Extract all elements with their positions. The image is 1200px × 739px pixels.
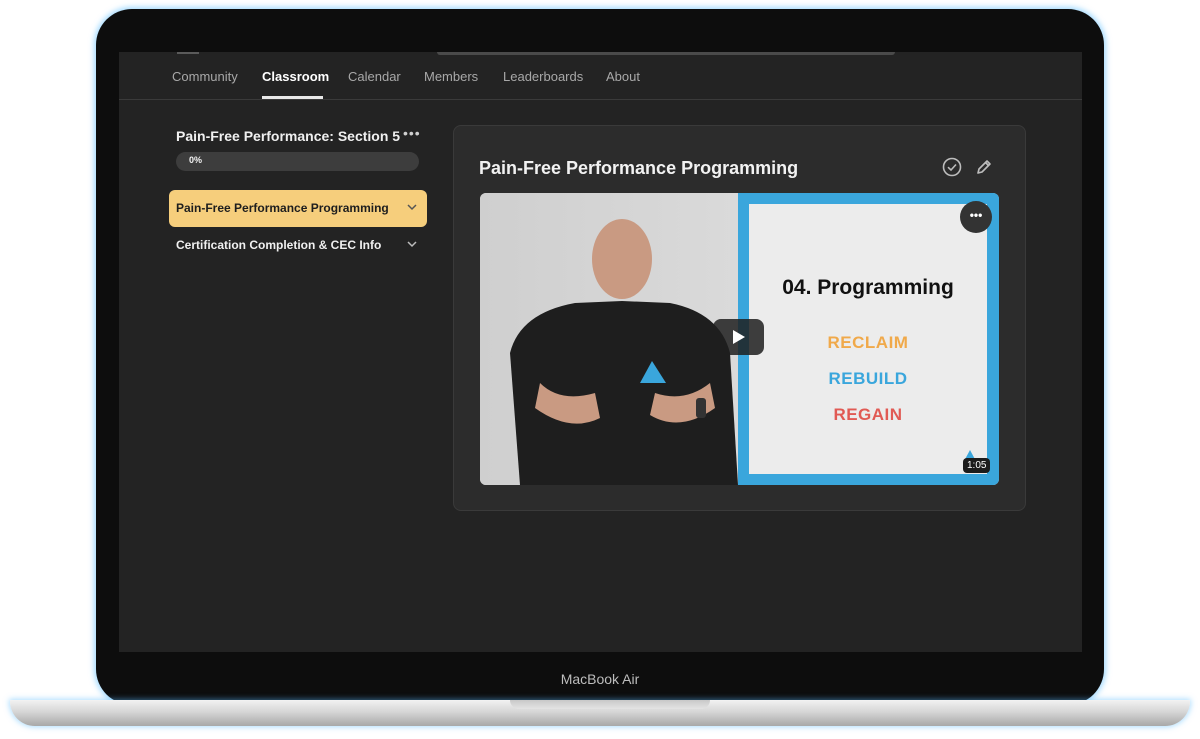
slide-word-rebuild: REBUILD <box>828 369 908 388</box>
slide-word-reclaim: RECLAIM <box>827 333 909 352</box>
lesson-item-programming[interactable]: Pain-Free Performance Programming <box>169 190 427 227</box>
tab-leaderboards[interactable]: Leaderboards <box>503 69 583 84</box>
tab-classroom[interactable]: Classroom <box>262 69 329 84</box>
play-icon <box>733 330 745 344</box>
course-more-icon[interactable]: ••• <box>403 125 421 141</box>
chevron-down-icon <box>407 204 417 211</box>
lesson-item-certification[interactable]: Certification Completion & CEC Info <box>169 227 427 264</box>
tab-community[interactable]: Community <box>172 69 238 84</box>
app-screen: Community Classroom Calendar Members Lea… <box>119 52 1082 652</box>
lesson-label: Certification Completion & CEC Info <box>176 238 382 252</box>
lesson-card: Pain-Free Performance Programming 04. Pr… <box>453 125 1026 511</box>
course-title: Pain-Free Performance: Section 5 <box>176 128 401 144</box>
tab-about[interactable]: About <box>606 69 640 84</box>
tab-calendar[interactable]: Calendar <box>348 69 401 84</box>
course-progress-bar: 0% <box>176 152 419 171</box>
slide-content: 04. Programming RECLAIM REBUILD REGAIN <box>749 204 987 474</box>
play-button[interactable] <box>713 319 764 355</box>
laptop-base <box>10 700 1190 726</box>
device-label: MacBook Air <box>560 671 640 687</box>
progress-text: 0% <box>189 155 203 165</box>
chevron-down-icon <box>407 241 417 248</box>
presenter-illustration <box>510 219 738 485</box>
video-frame-presenter <box>480 193 740 485</box>
more-icon: ••• <box>969 208 983 222</box>
active-tab-indicator <box>262 96 323 99</box>
pencil-icon[interactable] <box>974 157 994 177</box>
slide-frame: 04. Programming RECLAIM REBUILD REGAIN <box>738 193 999 485</box>
tab-members[interactable]: Members <box>424 69 478 84</box>
video-more-button[interactable]: ••• <box>960 201 992 233</box>
lesson-title: Pain-Free Performance Programming <box>479 158 799 178</box>
lesson-label: Pain-Free Performance Programming <box>176 201 389 215</box>
top-nav: Community Classroom Calendar Members Lea… <box>119 52 1082 100</box>
video-duration: 1:05 <box>963 458 991 473</box>
slide-heading: 04. Programming <box>782 276 954 299</box>
slide-word-regain: REGAIN <box>833 405 903 424</box>
laptop-notch <box>510 700 710 709</box>
video-player[interactable]: 04. Programming RECLAIM REBUILD REGAIN •… <box>480 193 999 485</box>
check-circle-icon[interactable] <box>941 156 963 178</box>
